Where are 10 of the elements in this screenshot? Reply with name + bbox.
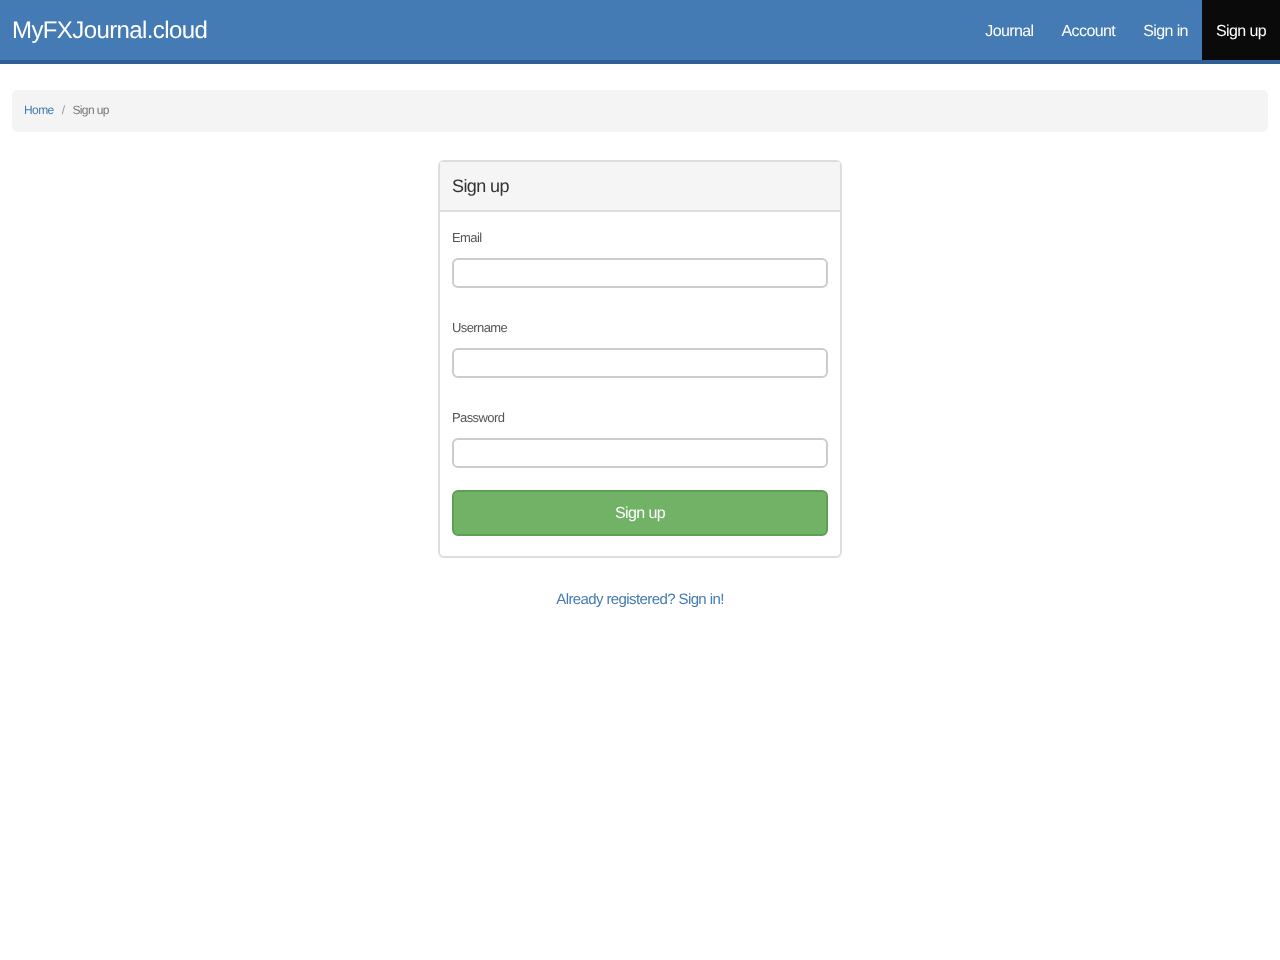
nav-link[interactable]: Sign up [1201,0,1280,60]
panel-title: Sign up [440,162,840,212]
signup-button[interactable]: Sign up [452,490,828,536]
input-field[interactable] [452,258,828,288]
input-field[interactable] [452,438,828,468]
input-field[interactable] [452,348,828,378]
nav-link[interactable]: Sign in [1129,0,1202,60]
brand-link[interactable]: MyFXJournal.cloud [0,0,220,60]
nav-link[interactable]: Journal [971,0,1048,60]
nav-link[interactable]: Account [1047,0,1130,60]
